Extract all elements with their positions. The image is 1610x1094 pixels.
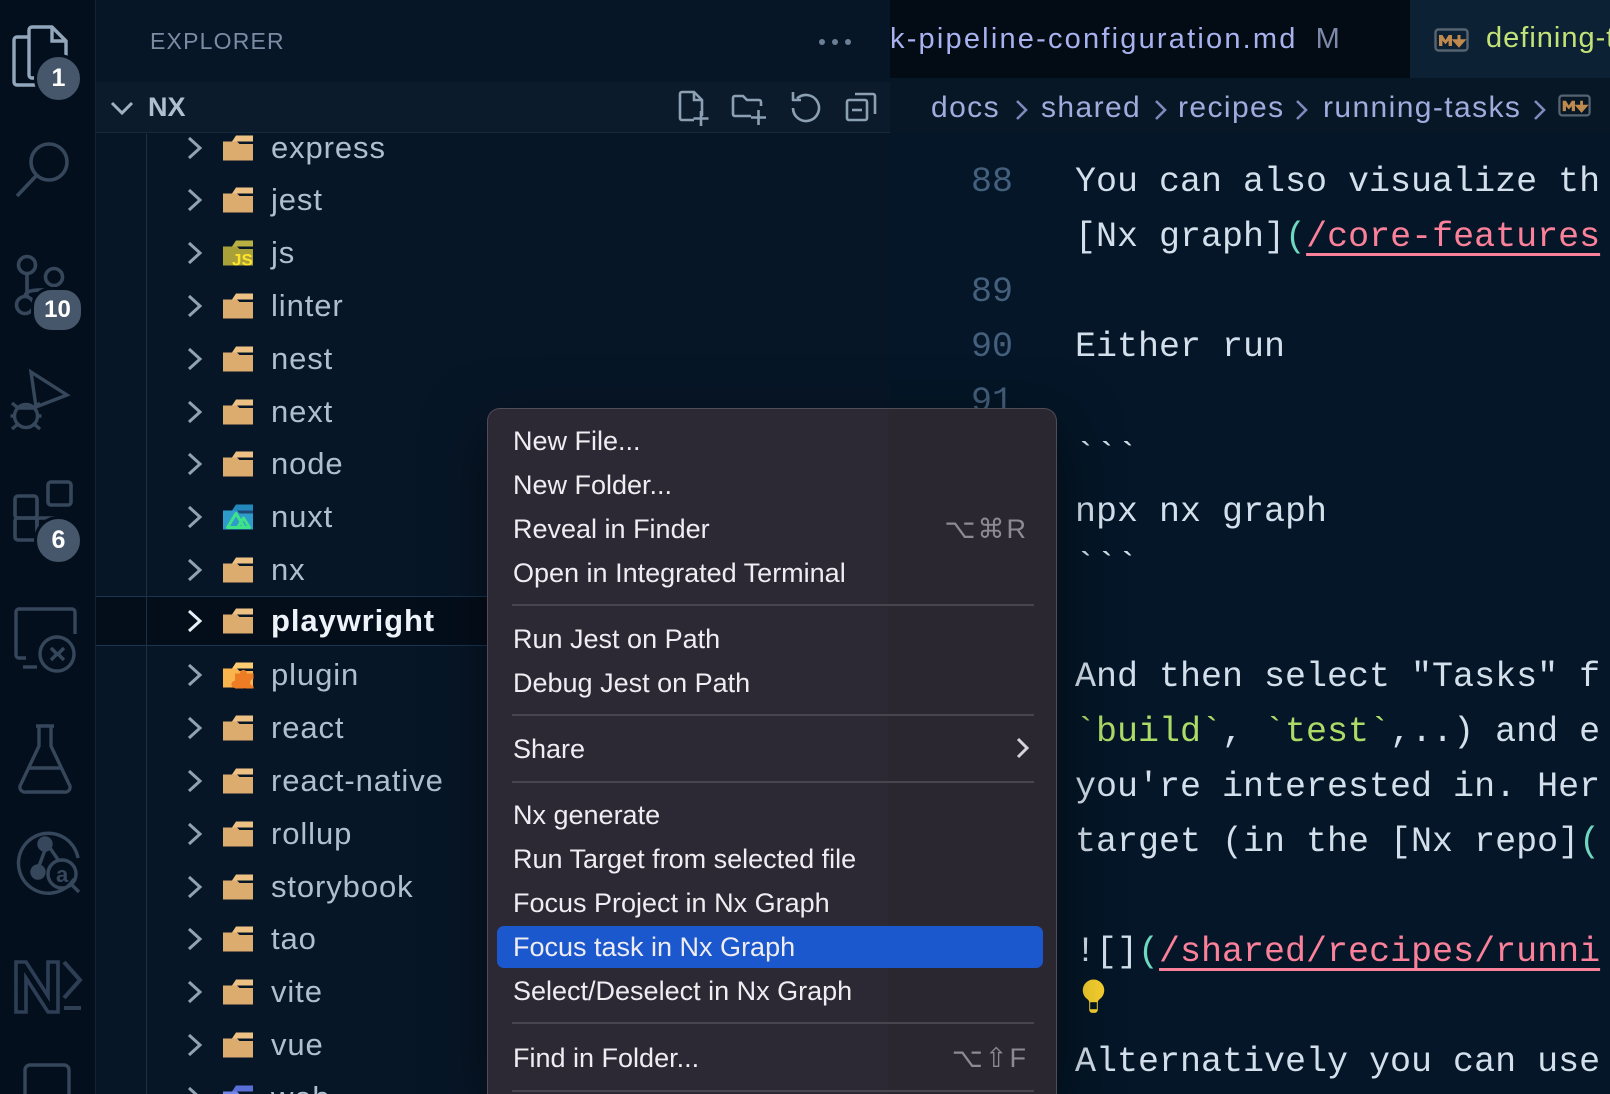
svg-text:a: a	[56, 862, 69, 887]
svg-text:JS: JS	[232, 251, 253, 267]
